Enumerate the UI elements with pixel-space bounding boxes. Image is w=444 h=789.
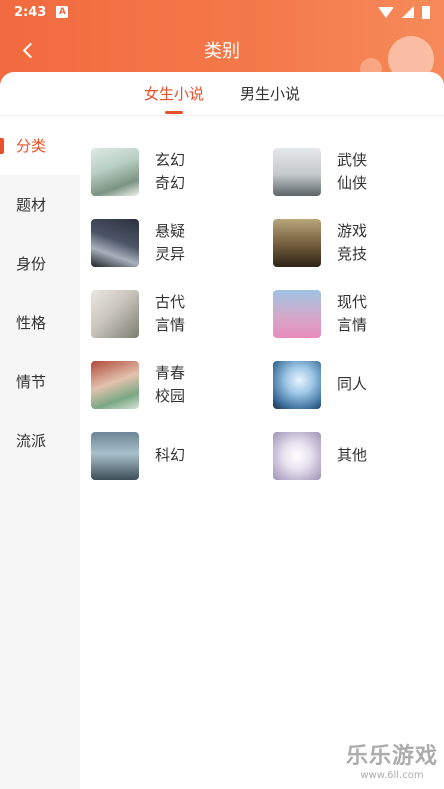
category-item[interactable]: 武侠仙侠 bbox=[273, 136, 443, 207]
category-thumbnail bbox=[273, 289, 321, 338]
category-thumbnail bbox=[91, 147, 139, 196]
category-label: 游戏竞技 bbox=[337, 221, 368, 263]
category-thumbnail bbox=[273, 147, 321, 196]
category-item[interactable]: 青春校园 bbox=[91, 349, 273, 420]
category-thumbnail bbox=[91, 431, 139, 480]
category-label: 现代言情 bbox=[337, 292, 368, 334]
category-item[interactable]: 现代言情 bbox=[273, 278, 443, 349]
status-bar: 2:43 A bbox=[0, 0, 444, 24]
sidebar-item-personality[interactable]: 性格 bbox=[0, 293, 80, 352]
tab-female-novels[interactable]: 女生小说 bbox=[144, 72, 204, 116]
signal-icon bbox=[402, 6, 414, 18]
category-label: 古代言情 bbox=[155, 292, 186, 334]
watermark-logo: 乐乐游戏 www.6ll.com bbox=[346, 738, 438, 781]
battery-icon bbox=[422, 5, 430, 19]
category-thumbnail bbox=[91, 289, 139, 338]
category-thumbnail bbox=[273, 431, 321, 480]
tab-male-novels[interactable]: 男生小说 bbox=[240, 72, 300, 116]
page-title: 类别 bbox=[204, 41, 240, 62]
wifi-icon bbox=[378, 6, 394, 18]
category-thumbnail bbox=[273, 218, 321, 267]
sidebar-item-theme[interactable]: 题材 bbox=[0, 175, 80, 234]
gender-tabs: 女生小说 男生小说 bbox=[0, 72, 444, 116]
category-item[interactable]: 古代言情 bbox=[91, 278, 273, 349]
category-item[interactable]: 悬疑灵异 bbox=[91, 207, 273, 278]
category-thumbnail bbox=[91, 218, 139, 267]
chevron-left-icon[interactable] bbox=[14, 36, 42, 64]
sidebar-item-plot[interactable]: 情节 bbox=[0, 352, 80, 411]
category-item[interactable]: 其他 bbox=[273, 420, 443, 491]
status-time: 2:43 bbox=[14, 4, 47, 20]
category-item[interactable]: 玄幻奇幻 bbox=[91, 136, 273, 207]
notification-icon: A bbox=[56, 6, 69, 18]
category-item[interactable]: 游戏竞技 bbox=[273, 207, 443, 278]
sidebar: 分类 题材 身份 性格 情节 流派 bbox=[0, 116, 80, 789]
category-thumbnail bbox=[273, 360, 321, 409]
category-label: 同人 bbox=[337, 375, 368, 393]
sidebar-item-identity[interactable]: 身份 bbox=[0, 234, 80, 293]
category-grid: 玄幻奇幻 武侠仙侠 悬疑灵异 游戏竞技 古代言情 现代言情 青春校园 同人 科幻… bbox=[80, 116, 444, 789]
nav-bar: 类别 bbox=[0, 30, 444, 70]
content-panel: 女生小说 男生小说 分类 题材 身份 性格 情节 流派 玄幻奇幻 武侠仙侠 悬疑… bbox=[0, 72, 444, 789]
watermark-url: www.6ll.com bbox=[360, 770, 424, 781]
category-label: 玄幻奇幻 bbox=[155, 150, 186, 192]
category-item[interactable]: 同人 bbox=[273, 349, 443, 420]
category-label: 悬疑灵异 bbox=[155, 221, 186, 263]
category-label: 武侠仙侠 bbox=[337, 150, 368, 192]
sidebar-item-genre[interactable]: 流派 bbox=[0, 411, 80, 470]
category-label: 青春校园 bbox=[155, 363, 186, 405]
category-item[interactable]: 科幻 bbox=[91, 420, 273, 491]
category-thumbnail bbox=[91, 360, 139, 409]
sidebar-item-category[interactable]: 分类 bbox=[0, 116, 80, 175]
category-label: 科幻 bbox=[155, 446, 186, 464]
watermark-text: 乐乐游戏 bbox=[346, 744, 439, 769]
status-indicators bbox=[378, 5, 430, 19]
category-body: 分类 题材 身份 性格 情节 流派 玄幻奇幻 武侠仙侠 悬疑灵异 游戏竞技 古代… bbox=[0, 116, 444, 789]
category-label: 其他 bbox=[337, 446, 368, 464]
